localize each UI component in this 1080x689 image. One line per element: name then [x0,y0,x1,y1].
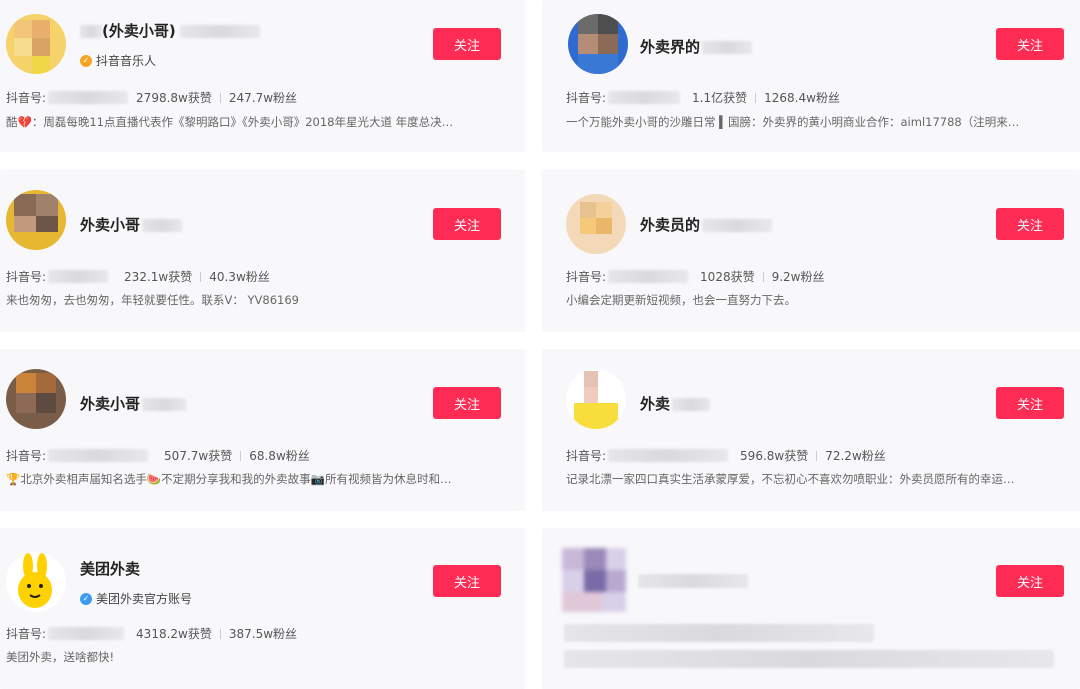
follow-button[interactable]: 关注 [996,28,1064,60]
avatar[interactable] [6,190,66,250]
avatar[interactable] [568,14,628,74]
user-card[interactable]: 外卖 关注 抖音号: 596.8w获赞 72.2w粉丝 记录北漂一家四口真实生活… [542,349,1080,511]
user-card[interactable]: 外卖员的 关注 抖音号: 1028获赞 9.2w粉丝 小编会定期更新短视频，也会… [542,170,1080,332]
user-card[interactable]: 外卖小哥 关注 抖音号: 232.1w获赞 40.3w粉丝 来也匆匆，去也匆匆，… [0,170,525,332]
avatar[interactable] [6,14,66,74]
verified-icon: ✓ [80,54,92,67]
bio: 小编会定期更新短视频，也会一直努力下去。 [566,293,796,307]
meituan-kangaroo-icon [18,553,52,608]
fans-count: 1268.4w粉丝 [764,91,840,105]
username[interactable]: 外卖小哥 [80,214,183,235]
stats-row: 抖音号: 4318.2w获赞 387.5w粉丝 [6,627,298,641]
stats-row: 抖音号: 1.1亿获赞 1268.4w粉丝 [566,91,840,105]
stats-row: 抖音号: 2798.8w获赞 247.7w粉丝 [6,91,298,105]
follow-button[interactable]: 关注 [433,208,501,240]
likes-count: 2798.8w获赞 [136,91,212,105]
likes-count: 4318.2w获赞 [136,627,212,641]
fans-count: 68.8w粉丝 [249,449,310,463]
user-card[interactable]: 外卖界的 关注 抖音号: 1.1亿获赞 1268.4w粉丝 一个万能外卖小哥的沙… [542,0,1080,152]
bio: 来也匆匆，去也匆匆，年轻就要任性。联系V： YV86169 [6,293,299,307]
stats-row: 抖音号: 596.8w获赞 72.2w粉丝 [566,449,886,463]
user-card[interactable]: 关注 [542,528,1080,689]
likes-count: 1028获赞 [700,270,755,284]
follow-button[interactable]: 关注 [433,565,501,597]
bio: 记录北漂一家四口真实生活承蒙厚爱，不忘初心不喜欢勿喷职业：外卖员愿所有的幸运… [566,472,1015,486]
verified-icon: ✓ [80,592,92,605]
avatar[interactable] [566,369,626,429]
avatar[interactable] [566,194,626,254]
username[interactable]: 外卖 [640,393,711,414]
user-card[interactable]: (外卖小哥) ✓ 抖音音乐人 关注 抖音号: 2798.8w获赞 247.7w粉… [0,0,525,152]
username[interactable] [638,574,748,588]
user-card[interactable]: 外卖小哥 关注 抖音号: 507.7w获赞 68.8w粉丝 🏆北京外卖相声届知名… [0,349,525,511]
verification-tag: ✓ 美团外卖官方账号 [80,590,192,607]
bio: 一个万能外卖小哥的沙雕日常 ▍国膀：外卖界的黄小明商业合作：aiml17788（… [566,115,1020,129]
follow-button[interactable]: 关注 [996,208,1064,240]
fans-count: 9.2w粉丝 [771,270,825,284]
follow-button[interactable]: 关注 [433,387,501,419]
likes-count: 232.1w获赞 [124,270,193,284]
user-card[interactable]: 美团外卖 ✓ 美团外卖官方账号 关注 抖音号: 4318.2w获赞 387.5w… [0,528,525,689]
username[interactable]: (外卖小哥) [80,20,260,41]
stats-row: 抖音号: 232.1w获赞 40.3w粉丝 [6,270,270,284]
bio: 酷💔：周磊每晚11点直播代表作《黎明路口》《外卖小哥》2018年星光大道 年度总… [6,115,454,129]
stats-row: 抖音号: 507.7w获赞 68.8w粉丝 [6,449,310,463]
bio [564,650,1054,668]
avatar[interactable] [6,369,66,429]
fans-count: 72.2w粉丝 [825,449,886,463]
follow-button[interactable]: 关注 [433,28,501,60]
username[interactable]: 外卖界的 [640,36,753,57]
follow-button[interactable]: 关注 [996,387,1064,419]
likes-count: 1.1亿获赞 [692,91,748,105]
fans-count: 387.5w粉丝 [228,627,298,641]
avatar[interactable] [6,552,66,612]
username[interactable]: 外卖小哥 [80,393,187,414]
username[interactable]: 外卖员的 [640,214,773,235]
likes-count: 507.7w获赞 [164,449,233,463]
follow-button[interactable]: 关注 [996,565,1064,597]
stats-row [564,624,874,642]
fans-count: 247.7w粉丝 [228,91,298,105]
stats-row: 抖音号: 1028获赞 9.2w粉丝 [566,270,825,284]
avatar[interactable] [562,548,626,612]
verification-tag: ✓ 抖音音乐人 [80,52,156,69]
username[interactable]: 美团外卖 [80,558,140,579]
fans-count: 40.3w粉丝 [209,270,270,284]
bio: 美团外卖，送啥都快! [6,650,115,664]
bio: 🏆北京外卖相声届知名选手🍉不定期分享我和我的外卖故事📷所有视频皆为休息时和… [6,472,452,486]
likes-count: 596.8w获赞 [740,449,809,463]
